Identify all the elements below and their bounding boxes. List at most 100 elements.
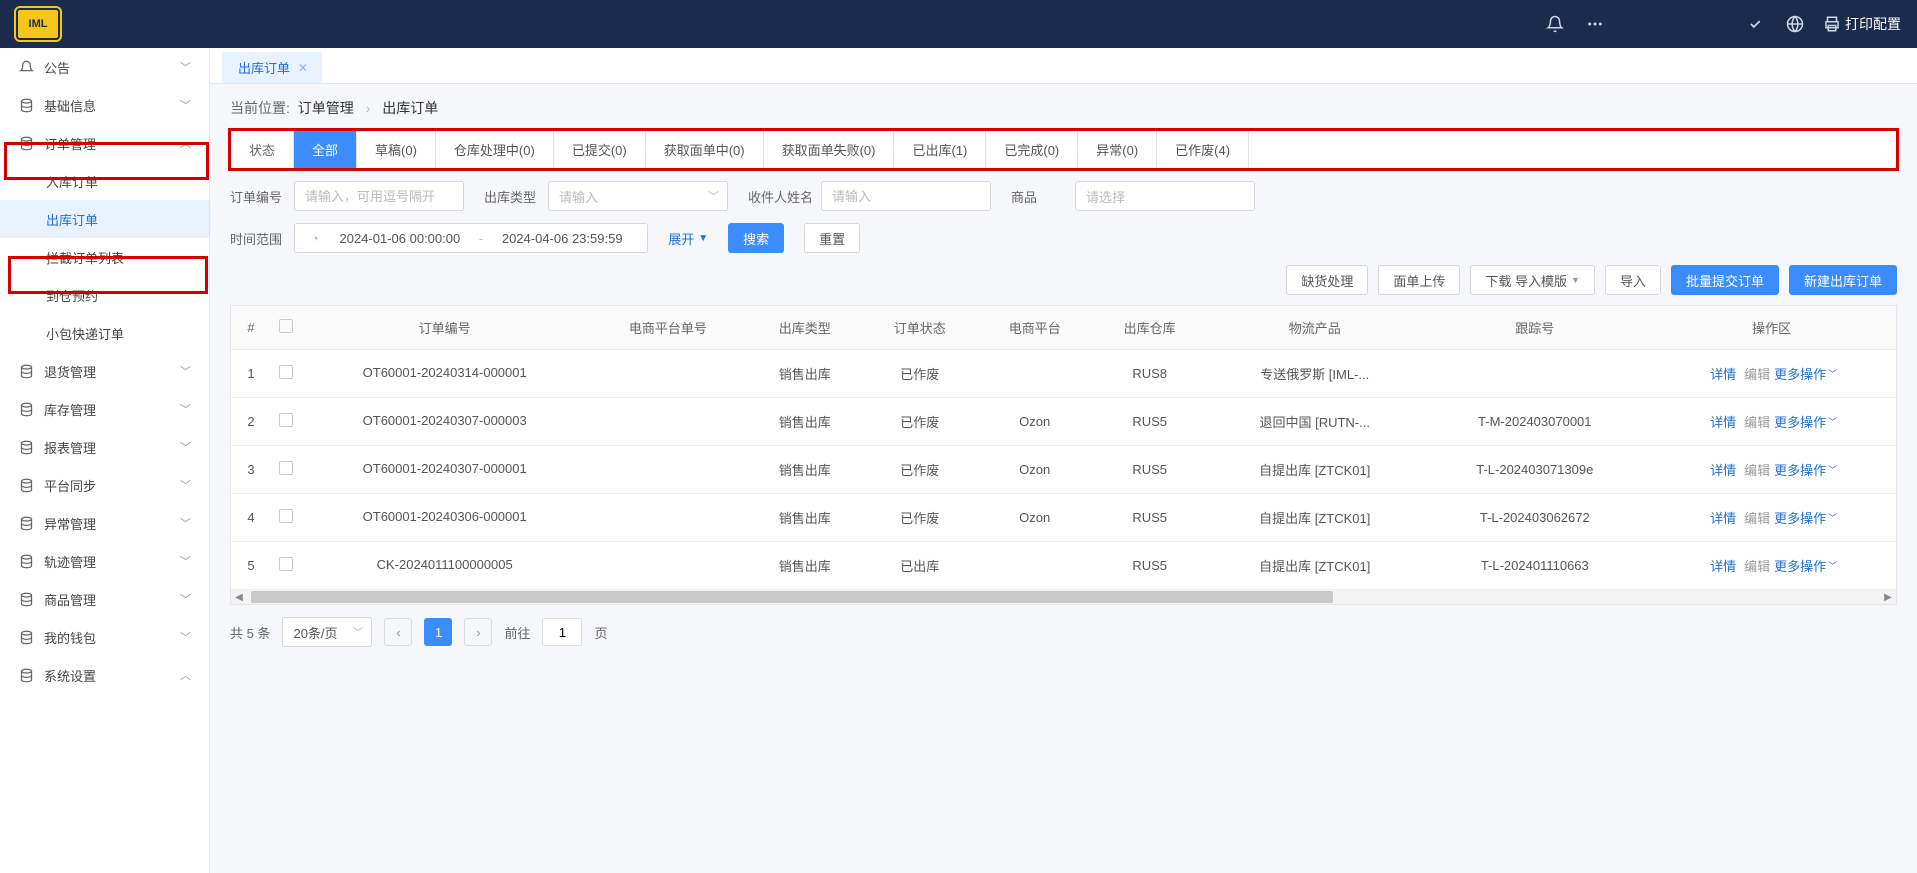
row-checkbox[interactable] bbox=[279, 365, 293, 379]
sidebar-item-label: 小包快递订单 bbox=[46, 324, 124, 343]
edit-link[interactable]: 编辑 bbox=[1744, 511, 1770, 526]
more-icon[interactable] bbox=[1579, 8, 1611, 40]
edit-link[interactable]: 编辑 bbox=[1744, 559, 1770, 574]
prev-page-button[interactable]: ‹ bbox=[384, 618, 412, 646]
page-1-button[interactable]: 1 bbox=[424, 618, 452, 646]
sidebar-item-9[interactable]: 库存管理﹀ bbox=[0, 390, 209, 428]
more-actions[interactable]: 更多操作 ﹀ bbox=[1774, 364, 1837, 383]
status-tab-8[interactable]: 异常(0) bbox=[1078, 131, 1157, 168]
tab-strip: 出库订单 ✕ bbox=[210, 48, 1917, 84]
out-type-select[interactable]: 请输入 ﹀ bbox=[548, 181, 728, 211]
status-tab-6[interactable]: 已出库(1) bbox=[894, 131, 986, 168]
edit-link[interactable]: 编辑 bbox=[1744, 463, 1770, 478]
checkbox-all[interactable] bbox=[279, 319, 293, 333]
status-tab-3[interactable]: 已提交(0) bbox=[554, 131, 646, 168]
sidebar-item-7[interactable]: 小包快递订单 bbox=[0, 314, 209, 352]
status-tab-9[interactable]: 已作废(4) bbox=[1157, 131, 1249, 168]
detail-link[interactable]: 详情 bbox=[1710, 367, 1736, 382]
sidebar-item-10[interactable]: 报表管理﹀ bbox=[0, 428, 209, 466]
close-icon[interactable]: ✕ bbox=[298, 61, 308, 75]
more-actions[interactable]: 更多操作 ﹀ bbox=[1774, 412, 1837, 431]
sidebar-item-15[interactable]: 我的钱包﹀ bbox=[0, 618, 209, 656]
date-range-picker[interactable]: ◔ - bbox=[294, 223, 648, 253]
db-icon bbox=[18, 401, 34, 417]
row-checkbox[interactable] bbox=[279, 509, 293, 523]
more-actions[interactable]: 更多操作 ﹀ bbox=[1774, 556, 1837, 575]
status-head: 状态 bbox=[231, 131, 294, 168]
scroll-left-icon[interactable]: ◀ bbox=[231, 590, 247, 604]
globe-icon[interactable] bbox=[1779, 8, 1811, 40]
sidebar-item-12[interactable]: 异常管理﹀ bbox=[0, 504, 209, 542]
sidebar-item-11[interactable]: 平台同步﹀ bbox=[0, 466, 209, 504]
chevron-down-icon: ﹀ bbox=[1828, 463, 1837, 476]
chevron-down-icon: ﹀ bbox=[352, 624, 363, 640]
import-button[interactable]: 导入 bbox=[1605, 265, 1661, 295]
status-tab-5[interactable]: 获取面单失败(0) bbox=[764, 131, 895, 168]
sidebar-item-label: 平台同步 bbox=[44, 476, 96, 495]
db-icon bbox=[18, 515, 34, 531]
col-7: 物流产品 bbox=[1207, 306, 1422, 350]
expand-button[interactable]: 展开 ▼ bbox=[668, 229, 708, 248]
tab-outbound-order[interactable]: 出库订单 ✕ bbox=[222, 52, 322, 83]
batch-submit-button[interactable]: 批量提交订单 bbox=[1671, 265, 1779, 295]
sidebar-item-14[interactable]: 商品管理﹀ bbox=[0, 580, 209, 618]
detail-link[interactable]: 详情 bbox=[1710, 511, 1736, 526]
shortage-button[interactable]: 缺货处理 bbox=[1286, 265, 1368, 295]
sidebar-item-label: 到仓预约 bbox=[46, 286, 98, 305]
more-actions[interactable]: 更多操作 ﹀ bbox=[1774, 460, 1837, 479]
col-9: 操作区 bbox=[1647, 306, 1896, 350]
sidebar-item-3[interactable]: 入库订单 bbox=[0, 162, 209, 200]
recv-name-label: 收件人姓名 bbox=[748, 187, 813, 206]
bell-icon[interactable] bbox=[1539, 8, 1571, 40]
chevron-up-icon: ︿ bbox=[180, 135, 191, 151]
more-actions[interactable]: 更多操作 ﹀ bbox=[1774, 508, 1837, 527]
row-checkbox[interactable] bbox=[279, 557, 293, 571]
page-jump-input[interactable] bbox=[542, 618, 582, 646]
row-checkbox[interactable] bbox=[279, 461, 293, 475]
col-6: 出库仓库 bbox=[1092, 306, 1207, 350]
download-template-button[interactable]: 下载 导入模版 ▼ bbox=[1470, 265, 1595, 295]
col-3: 出库类型 bbox=[747, 306, 862, 350]
order-table: #订单编号电商平台单号出库类型订单状态电商平台出库仓库物流产品跟踪号操作区 1O… bbox=[230, 305, 1897, 605]
order-no-input[interactable] bbox=[294, 181, 464, 211]
scroll-thumb[interactable] bbox=[251, 591, 1333, 603]
col-2: 电商平台单号 bbox=[588, 306, 747, 350]
sidebar-item-8[interactable]: 退货管理﹀ bbox=[0, 352, 209, 390]
detail-link[interactable]: 详情 bbox=[1710, 559, 1736, 574]
status-tab-7[interactable]: 已完成(0) bbox=[986, 131, 1078, 168]
sidebar-item-2[interactable]: 订单管理︿ bbox=[0, 124, 209, 162]
page-size-select[interactable]: 20条/页 ﹀ bbox=[282, 617, 372, 647]
status-tab-2[interactable]: 仓库处理中(0) bbox=[436, 131, 554, 168]
scroll-right-icon[interactable]: ▶ bbox=[1880, 590, 1896, 604]
detail-link[interactable]: 详情 bbox=[1710, 415, 1736, 430]
sidebar-item-label: 商品管理 bbox=[44, 590, 96, 609]
search-button[interactable]: 搜索 bbox=[728, 223, 784, 253]
status-tab-4[interactable]: 获取面单中(0) bbox=[646, 131, 764, 168]
status-tab-1[interactable]: 草稿(0) bbox=[357, 131, 436, 168]
sidebar-item-4[interactable]: 出库订单 bbox=[0, 200, 209, 238]
sidebar-item-0[interactable]: 公告﹀ bbox=[0, 48, 209, 86]
reset-button[interactable]: 重置 bbox=[804, 223, 860, 253]
status-tab-0[interactable]: 全部 bbox=[294, 131, 357, 168]
product-select[interactable]: 请选择 bbox=[1075, 181, 1255, 211]
recv-name-input[interactable] bbox=[821, 181, 991, 211]
detail-link[interactable]: 详情 bbox=[1710, 463, 1736, 478]
new-order-button[interactable]: 新建出库订单 bbox=[1789, 265, 1897, 295]
sidebar-item-13[interactable]: 轨迹管理﹀ bbox=[0, 542, 209, 580]
check-icon[interactable] bbox=[1739, 8, 1771, 40]
sidebar-item-16[interactable]: 系统设置︿ bbox=[0, 656, 209, 694]
sidebar-item-label: 库存管理 bbox=[44, 400, 96, 419]
upload-button[interactable]: 面单上传 bbox=[1378, 265, 1460, 295]
next-page-button[interactable]: › bbox=[464, 618, 492, 646]
horizontal-scrollbar[interactable]: ◀ ▶ bbox=[231, 590, 1896, 604]
sidebar-item-label: 出库订单 bbox=[46, 210, 98, 229]
date-from-input[interactable] bbox=[325, 231, 475, 246]
edit-link[interactable]: 编辑 bbox=[1744, 415, 1770, 430]
sidebar-item-5[interactable]: 拦截订单列表 bbox=[0, 238, 209, 276]
print-config-button[interactable]: 打印配置 bbox=[1823, 14, 1901, 34]
edit-link[interactable]: 编辑 bbox=[1744, 367, 1770, 382]
row-checkbox[interactable] bbox=[279, 413, 293, 427]
date-to-input[interactable] bbox=[487, 231, 637, 246]
sidebar-item-6[interactable]: 到仓预约 bbox=[0, 276, 209, 314]
sidebar-item-1[interactable]: 基础信息﹀ bbox=[0, 86, 209, 124]
